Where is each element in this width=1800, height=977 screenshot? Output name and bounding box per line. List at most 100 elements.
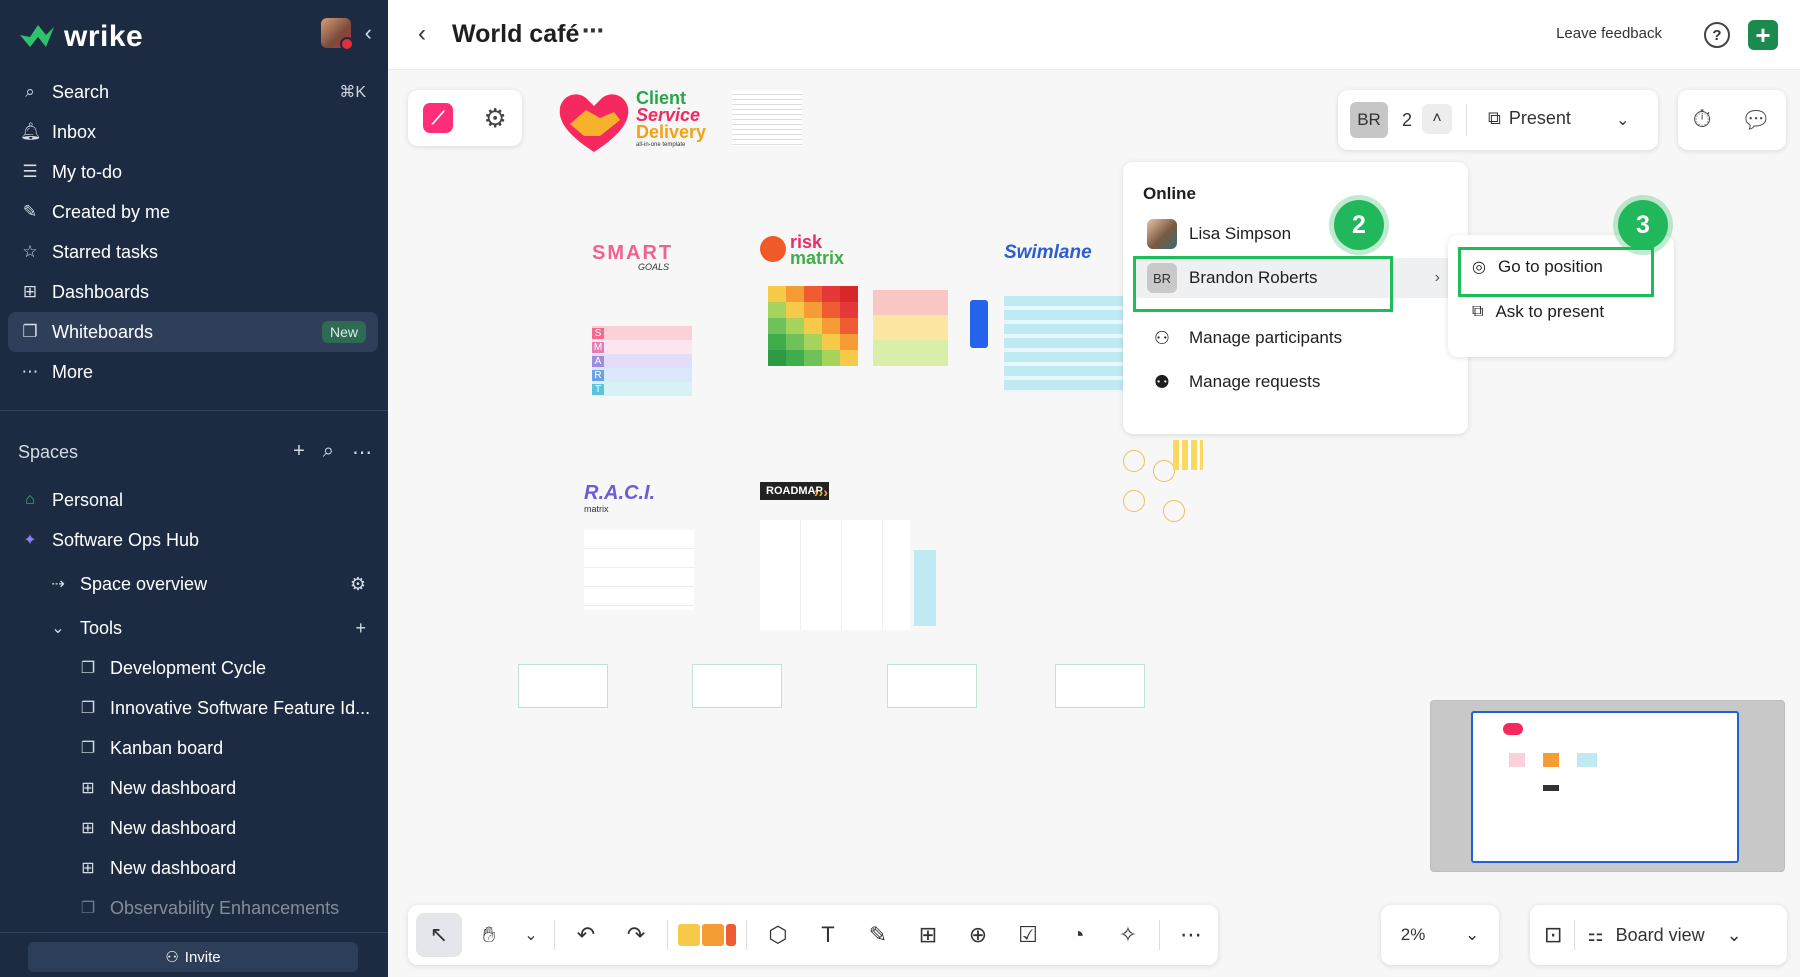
menu-label: Ask to present <box>1495 302 1605 321</box>
shapes-tool[interactable]: ⬡ <box>755 913 801 957</box>
smart-r: R <box>592 369 604 381</box>
nav-whiteboards[interactable]: ❐ Whiteboards New <box>8 312 378 352</box>
matrix-heading: matrix <box>790 248 845 268</box>
nav-dashboards[interactable]: ⊞ Dashboards <box>8 272 378 312</box>
pen-tool[interactable]: ✎ <box>855 913 901 957</box>
comment-icon[interactable]: 💬︎ <box>1741 106 1771 135</box>
smart-m: M <box>592 341 604 353</box>
tree-item-observability[interactable]: ❐ Observability Enhancements <box>8 888 378 928</box>
main-area: ‹ World café ⋯ Leave feedback ? + Client… <box>388 0 1800 977</box>
delivery-word: Delivery <box>636 122 707 142</box>
search-icon: ⌕ <box>25 82 35 101</box>
nav-search[interactable]: ⌕ Search ⌘K <box>8 72 378 112</box>
sticky-notes-tool[interactable] <box>676 913 738 957</box>
view-control: ⊡ ⚏ Board view ⌄ <box>1530 905 1787 965</box>
tree-item-space-overview[interactable]: ⇢ Space overview ⚙ <box>8 564 378 604</box>
chevron-up-icon[interactable]: ˄ <box>1422 104 1452 134</box>
tree-item-tools[interactable]: ⌄ Tools + <box>8 608 378 648</box>
chevron-down-icon[interactable]: ⌄ <box>516 913 546 957</box>
chevron-down-icon[interactable]: ⌄ <box>48 618 68 638</box>
tree-item-kanban[interactable]: ❐ Kanban board <box>8 728 378 768</box>
tree-item-new-dashboard[interactable]: ⊞ New dashboard <box>8 808 378 848</box>
minimap[interactable] <box>1430 700 1785 872</box>
fit-frame-icon[interactable]: ⊡ <box>1544 922 1562 948</box>
sidebar-divider <box>0 410 388 411</box>
current-user-avatar[interactable]: BR <box>1350 102 1388 138</box>
whiteboard-canvas[interactable]: Client Service Delivery all-in-one templ… <box>388 70 1800 977</box>
tree-item-new-dashboard[interactable]: ⊞ New dashboard <box>8 848 378 888</box>
user-avatar[interactable] <box>320 18 354 51</box>
help-icon[interactable]: ? <box>1704 22 1730 48</box>
collapse-sidebar-icon[interactable]: ‹ <box>365 20 372 46</box>
handshake-heart-icon <box>559 94 629 152</box>
nav-more[interactable]: ⋯ More <box>8 352 378 392</box>
manage-requests-item[interactable]: ⚉ Manage requests <box>1133 362 1458 402</box>
dashboard-icon: ⊞ <box>81 860 95 877</box>
more-tools-icon[interactable]: ⋯ <box>1168 913 1214 957</box>
nav-starred[interactable]: ☆ Starred tasks <box>8 232 378 272</box>
text-tool[interactable]: T <box>805 913 851 957</box>
search-spaces-icon[interactable]: ⌕ <box>323 440 334 465</box>
tree-label: Space overview <box>80 573 208 594</box>
comment-add-tool[interactable]: ⊕ <box>955 913 1001 957</box>
header: ‹ World café ⋯ Leave feedback ? + <box>388 0 1800 70</box>
wrike-check-icon <box>20 25 54 47</box>
tree-item-software-ops-hub[interactable]: ✦ Software Ops Hub <box>8 520 378 560</box>
manage-participants-item[interactable]: ⚇ Manage participants <box>1133 318 1458 358</box>
drawing-toolbar: ↖ ✋︎ ⌄ ↶ ↷ ⬡ T ✎ ⊞ ⊕ ☑ ◔ ✧ ⋯ <box>408 905 1218 965</box>
back-arrow-icon[interactable]: ‹ <box>418 20 426 48</box>
zoom-control[interactable]: 2% ⌄ <box>1381 905 1499 965</box>
user-row-lisa[interactable]: Lisa Simpson <box>1133 214 1458 254</box>
add-space-icon[interactable]: + <box>293 440 305 465</box>
participants-icon: ⚇ <box>1153 327 1171 348</box>
spaces-more-icon[interactable]: ⋯ <box>352 440 372 465</box>
invite-button[interactable]: ⚇ Invite <box>28 942 358 972</box>
table-tool[interactable]: ⊞ <box>905 913 951 957</box>
create-new-button[interactable]: + <box>1748 20 1778 50</box>
dashboard-icon: ⊞ <box>81 780 95 797</box>
main-nav: ⌕ Search ⌘K 🔔︎ Inbox ☰ My to-do ✎ Create… <box>8 72 378 392</box>
present-icon: ⧉ <box>1472 303 1484 320</box>
leave-feedback-link[interactable]: Leave feedback <box>1556 25 1662 42</box>
ask-to-present-item[interactable]: ⧉ Ask to present <box>1458 292 1664 332</box>
timer-icon[interactable]: ⏱ <box>1693 106 1712 134</box>
whiteboard-app-icon[interactable]: ⟋ <box>423 103 454 133</box>
undo-icon[interactable]: ↶ <box>563 913 609 957</box>
whiteboard-icon: ❐ <box>80 660 96 677</box>
wrike-logo[interactable]: wrike <box>18 20 143 54</box>
spaces-header: Spaces + ⌕ ⋯ <box>18 438 372 466</box>
chevron-down-icon[interactable]: ⌄ <box>1727 925 1742 946</box>
tree-item-development-cycle[interactable]: ❐ Development Cycle <box>8 648 378 688</box>
chevron-down-icon[interactable]: ⌄ <box>1616 110 1629 130</box>
nav-label: Dashboards <box>52 281 150 302</box>
board-view-label[interactable]: Board view <box>1616 925 1705 946</box>
nav-label: Starred tasks <box>52 241 159 262</box>
redo-icon[interactable]: ↷ <box>613 913 659 957</box>
highlight-box <box>1133 256 1393 312</box>
more-icon: ⋯ <box>21 362 39 381</box>
tree-item-personal[interactable]: ⌂ Personal <box>8 480 378 520</box>
spaces-label: Spaces <box>18 441 79 462</box>
template-tool[interactable]: ◔ <box>1055 913 1101 957</box>
title-more-icon[interactable]: ⋯ <box>582 18 604 44</box>
chevron-down-icon: ⌄ <box>1464 925 1480 944</box>
hand-tool[interactable]: ✋︎ <box>466 913 512 957</box>
nav-inbox[interactable]: 🔔︎ Inbox <box>8 112 378 152</box>
add-item-icon[interactable]: + <box>355 618 366 639</box>
tree-item-innovative-feature[interactable]: ❐ Innovative Software Feature Id... <box>8 688 378 728</box>
nav-label: Whiteboards <box>52 321 154 342</box>
online-heading: Online <box>1143 184 1196 203</box>
settings-gear-icon[interactable]: ⚙ <box>484 103 507 134</box>
nav-created-by-me[interactable]: ✎ Created by me <box>8 192 378 232</box>
task-tool[interactable]: ☑ <box>1005 913 1051 957</box>
tree-item-new-dashboard[interactable]: ⊞ New dashboard <box>8 768 378 808</box>
minimap-viewport[interactable] <box>1471 711 1739 863</box>
nav-my-todo[interactable]: ☰ My to-do <box>8 152 378 192</box>
select-tool[interactable]: ↖ <box>416 913 462 957</box>
settings-gear-icon[interactable]: ⚙ <box>350 574 366 595</box>
raci-subheading: matrix <box>584 504 609 514</box>
invite-label: Invite <box>184 948 221 966</box>
smart-a: A <box>592 355 604 367</box>
present-button[interactable]: ⧉ Present <box>1488 108 1571 129</box>
ai-sparkle-tool[interactable]: ✧ <box>1105 913 1151 957</box>
